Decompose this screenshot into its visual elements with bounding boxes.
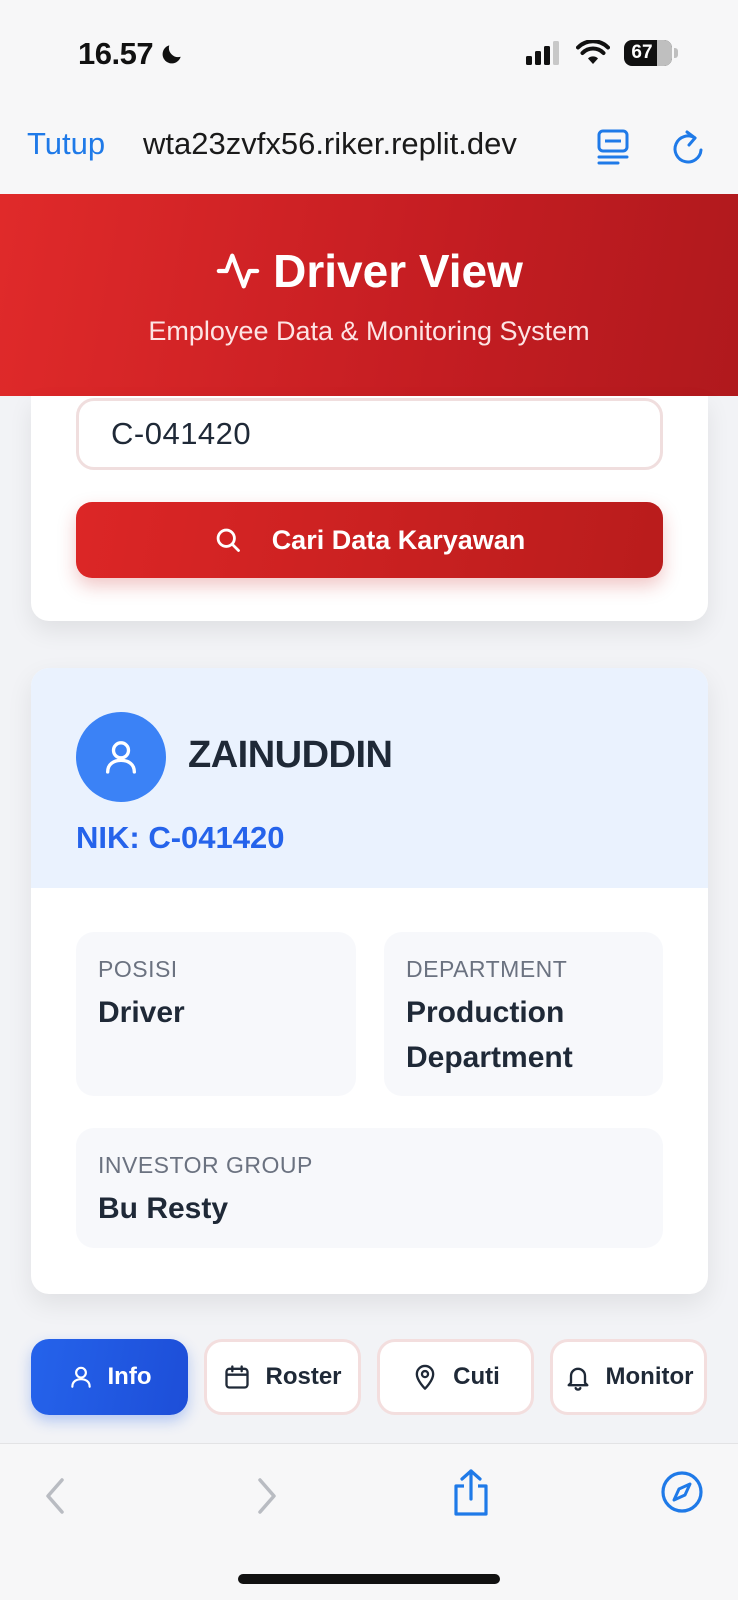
map-pin-icon (415, 1364, 435, 1390)
reload-icon[interactable] (671, 128, 705, 166)
battery-icon: 67 (624, 40, 672, 66)
search-input[interactable] (76, 398, 663, 470)
user-icon (70, 1366, 91, 1388)
investor-group-label: INVESTOR GROUP (98, 1152, 313, 1178)
app-subtitle: Employee Data & Monitoring System (148, 316, 590, 346)
tab-info-label: Info (107, 1363, 152, 1390)
posisi-label: POSISI (98, 956, 178, 982)
app-title-text: Driver View (273, 245, 523, 297)
status-time-text: 16.57 (78, 36, 154, 71)
activity-icon (216, 253, 260, 289)
tab-cuti[interactable]: Cuti (377, 1339, 534, 1415)
forward-icon[interactable] (252, 1474, 282, 1518)
status-icons: 67 (526, 40, 678, 66)
calendar-icon (225, 1365, 250, 1389)
profile-nik: NIK: C-041420 (76, 820, 285, 855)
department-value: Production Department (406, 996, 573, 1074)
department-label: DEPARTMENT (406, 956, 568, 982)
info-box-posisi: POSISI Driver (76, 932, 356, 1096)
bell-icon (567, 1367, 588, 1391)
app-header: Driver View Employee Data & Monitoring S… (0, 194, 738, 396)
battery-level: 67 (631, 42, 653, 63)
profile-header: ZAINUDDIN NIK: C-041420 (31, 668, 708, 888)
info-box-investor-group: INVESTOR GROUP Bu Resty (76, 1128, 663, 1248)
status-bar: 16.57 67 (0, 0, 738, 108)
url-text[interactable]: wta23zvfx56.riker.replit.dev (143, 126, 517, 162)
tab-info[interactable]: Info (31, 1339, 188, 1415)
user-icon (106, 741, 136, 774)
browser-url-bar: Tutup wta23zvfx56.riker.replit.dev (0, 108, 738, 194)
posisi-value: Driver (98, 996, 185, 1029)
reader-icon[interactable] (596, 128, 630, 166)
profile-name: ZAINUDDIN (188, 734, 393, 776)
tab-roster[interactable]: Roster (204, 1339, 361, 1415)
tab-monitor-label: Monitor (605, 1363, 694, 1390)
info-box-department: DEPARTMENT Production Department (384, 932, 663, 1096)
wifi-icon (576, 40, 610, 64)
status-time: 16.57 (78, 36, 185, 72)
profile-card: ZAINUDDIN NIK: C-041420 POSISI Driver DE… (31, 668, 708, 1294)
home-indicator (238, 1574, 500, 1584)
search-icon (216, 528, 240, 552)
avatar (76, 712, 166, 802)
app-title: Driver View (0, 244, 738, 298)
back-icon[interactable] (40, 1474, 70, 1518)
tab-roster-label: Roster (265, 1363, 342, 1390)
moon-icon (162, 45, 181, 64)
share-icon[interactable] (450, 1468, 492, 1518)
battery-tip (674, 48, 678, 58)
search-card: Cari Data Karyawan (31, 396, 708, 621)
search-button[interactable]: Cari Data Karyawan (76, 502, 663, 578)
compass-icon[interactable] (660, 1470, 704, 1514)
search-button-label: Cari Data Karyawan (271, 524, 526, 555)
investor-group-value: Bu Resty (98, 1192, 229, 1225)
tab-cuti-label: Cuti (453, 1363, 500, 1390)
signal-icon (526, 41, 559, 65)
tab-monitor[interactable]: Monitor (550, 1339, 707, 1415)
close-button[interactable]: Tutup (27, 126, 105, 162)
